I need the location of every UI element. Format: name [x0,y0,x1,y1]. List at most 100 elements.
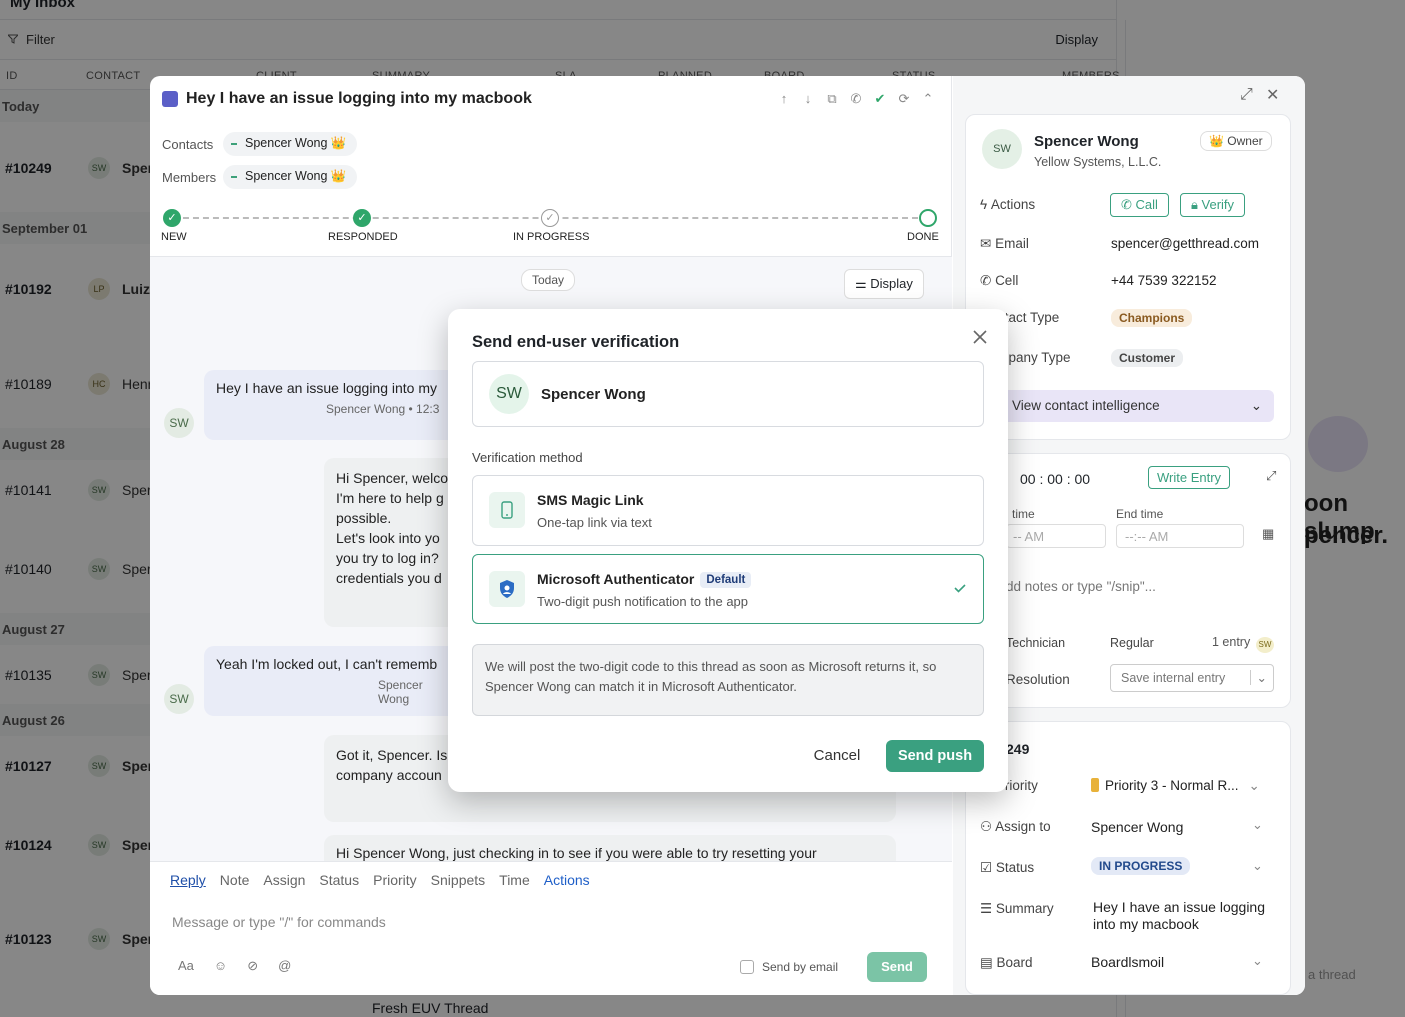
recipient-name: Spencer Wong [541,386,646,403]
avatar: SW [1256,637,1274,653]
copy-icon[interactable]: ⧉ [823,90,841,108]
priority-select[interactable]: Priority 3 - Normal R... ⌄ [1091,778,1260,794]
contact-intelligence-button[interactable]: View contact intelligence ⌄ [1002,390,1274,422]
chevron-down-icon[interactable]: ⌄ [1252,817,1263,833]
verification-method-label: Verification method [472,450,583,465]
cell-value[interactable]: +44 7539 322152 [1111,273,1216,288]
tab-snippets[interactable]: Snippets [431,872,485,888]
teams-icon [162,91,178,107]
summary-value[interactable]: Hey I have an issue logging into my macb… [1093,899,1273,933]
date-divider: Today [521,269,576,291]
option-title: SMS Magic Link [537,492,644,508]
calendar-icon[interactable]: ▦ [1262,526,1274,542]
phone-icon: ✆ [1121,197,1136,212]
status-stepper: ✓ ✓ ✓ NEW RESPONDED IN PROGRESS DONE [161,206,941,246]
check-icon[interactable]: ✓ [163,209,181,227]
notes-input[interactable]: dd notes or type "/snip"... [1006,579,1156,594]
mention-icon[interactable]: @ [278,958,291,974]
write-entry-button[interactable]: Write Entry [1148,466,1231,489]
arrow-up-icon[interactable]: ↑ [775,90,793,108]
close-icon[interactable] [970,327,990,347]
stage-label: DONE [907,231,939,243]
contact-name[interactable]: Spencer Wong [1034,133,1139,150]
chevron-down-icon[interactable]: ⌄ [1252,858,1263,874]
users-icon: ⚇ [980,819,996,834]
modal-title: Send end-user verification [472,333,680,351]
chevron-up-icon[interactable]: ⌃ [919,90,937,108]
start-time-input[interactable]: -- AM [1006,524,1106,548]
chevron-down-icon[interactable]: ⌄ [1249,670,1267,685]
email-value[interactable]: spencer@getthread.com [1111,236,1259,251]
stage-label: IN PROGRESS [513,231,590,243]
end-time-label: End time [1116,507,1164,521]
list-icon: ☰ [980,901,996,916]
end-time-input[interactable]: --:-- AM [1116,524,1244,548]
assignee-select[interactable]: Spencer Wong [1091,819,1183,835]
refresh-icon[interactable]: ⟳ [895,90,913,108]
message-text: Hi Spencer, welco I'm here to help g pos… [336,470,449,586]
timer: 00 : 00 : 00 [1020,471,1091,487]
tab-priority[interactable]: Priority [373,872,417,888]
tab-note[interactable]: Note [220,872,250,888]
send-by-email-checkbox[interactable]: Send by email [740,960,838,974]
chevron-down-icon[interactable]: ⌄ [1252,953,1263,969]
checkbox[interactable] [740,960,754,974]
send-button[interactable]: Send [867,952,927,982]
authenticator-icon [489,571,525,607]
tab-time[interactable]: Time [499,872,530,888]
message-input[interactable]: Message or type "/" for commands [172,914,386,930]
contact-chip[interactable]: Spencer Wong 👑 [223,132,357,156]
check-icon[interactable]: ✓ [541,209,559,227]
phone-icon[interactable]: ✆ [847,90,865,108]
composer: Reply Note Assign Status Priority Snippe… [150,861,952,995]
option-microsoft-authenticator[interactable]: Microsoft Authenticator Default Two-digit… [472,554,984,624]
technician-label: Technician [1006,636,1066,650]
save-entry-button[interactable]: Save internal entry ⌄ [1110,664,1274,692]
verify-button[interactable]: 🔒︎ Verify [1180,193,1246,217]
entry-count: 1 entry [1212,635,1251,649]
tab-status[interactable]: Status [319,872,359,888]
display-button[interactable]: ⚌ Display [844,269,924,299]
emoji-icon[interactable]: ☺ [214,958,227,974]
default-badge: Default [700,572,752,588]
composer-toolbar: Aa ☺ ⊘ @ [178,958,291,974]
phone-icon [489,492,525,528]
expand-icon[interactable]: ⤢ [1266,468,1276,484]
lock-icon: 🔒︎ [1191,197,1202,212]
verified-phone-icon[interactable]: ✔ [871,90,889,108]
ticket-details-card: 249 ⚑ Priority Priority 3 - Normal R...⌄… [965,721,1291,995]
check-icon[interactable]: ✓ [353,209,371,227]
tab-actions[interactable]: Actions [544,872,590,888]
members-label: Members [162,170,217,185]
avatar: SW [164,684,194,714]
message-text: Got it, Spencer. Is company accoun [336,747,448,783]
close-icon[interactable]: ✕ [1266,85,1279,105]
send-by-email-label: Send by email [762,960,839,974]
expand-icon[interactable]: ⤢ [1240,86,1253,104]
contacts-label: Contacts [162,137,214,152]
tab-reply[interactable]: Reply [170,872,206,888]
member-chip[interactable]: Spencer Wong 👑 [223,165,357,189]
status-label: ☑ Status [980,860,1035,875]
arrow-down-icon[interactable]: ↓ [799,90,817,108]
attachment-icon[interactable]: ⊘ [247,958,258,974]
avatar: SW [982,129,1022,169]
sliders-icon: ⚌ [855,276,871,291]
cell-label: ✆ Cell [980,273,1019,288]
info-note: We will post the two-digit code to this … [472,644,984,716]
email-label: ✉ Email [980,236,1029,251]
work-type[interactable]: Regular [1110,636,1154,650]
cancel-button[interactable]: Cancel [806,740,868,772]
avatar: SW [164,408,194,438]
done-progress-icon[interactable] [919,209,937,227]
option-subtitle: Two-digit push notification to the app [537,594,749,609]
status-badge[interactable]: IN PROGRESS [1091,857,1191,875]
option-sms-magic-link[interactable]: SMS Magic Link One-tap link via text [472,475,984,546]
start-time-label: time [1012,507,1035,521]
ticket-number: 249 [1006,741,1030,757]
call-button[interactable]: ✆ Call [1110,193,1169,217]
text-format-icon[interactable]: Aa [178,958,194,974]
send-push-button[interactable]: Send push [886,740,984,772]
board-select[interactable]: Boardlsmoil [1091,954,1164,970]
tab-assign[interactable]: Assign [263,872,305,888]
